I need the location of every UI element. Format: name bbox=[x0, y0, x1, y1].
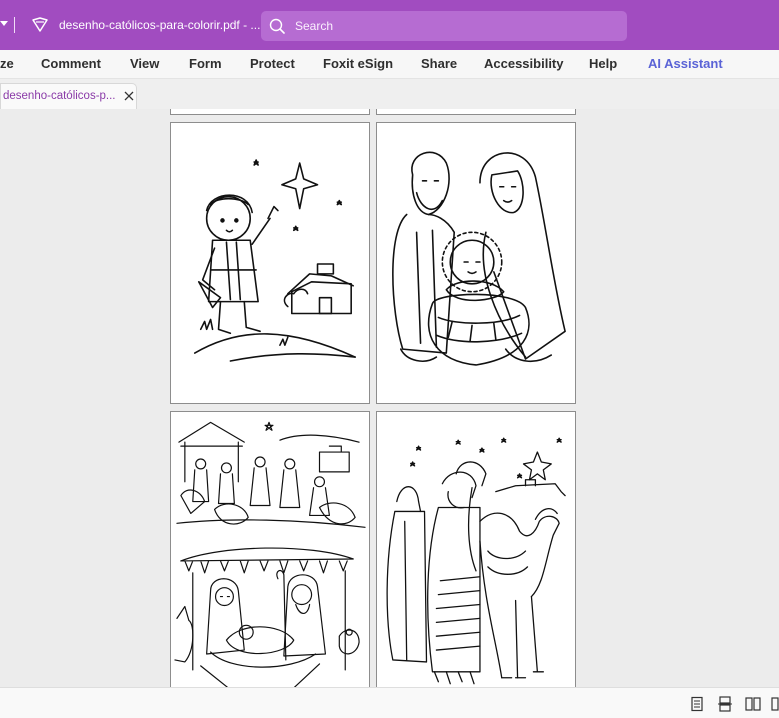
menu-view[interactable]: View bbox=[130, 56, 159, 71]
search-placeholder: Search bbox=[295, 19, 334, 33]
wise-men-drawing bbox=[386, 437, 566, 685]
shepherd-boy-drawing bbox=[193, 159, 356, 362]
page-shepherd-boy[interactable] bbox=[170, 122, 370, 404]
shield-icon[interactable] bbox=[31, 16, 49, 34]
document-tab[interactable]: desenho-católicos-p... bbox=[0, 83, 137, 109]
page-holy-family[interactable] bbox=[376, 122, 576, 404]
document-tab-label: desenho-católicos-p... bbox=[3, 90, 116, 102]
two-page-icon[interactable] bbox=[745, 696, 761, 712]
status-bar bbox=[0, 687, 779, 718]
document-tab-bar: desenho-católicos-p... bbox=[0, 79, 779, 110]
menu-comment[interactable]: Comment bbox=[41, 56, 101, 71]
single-page-icon[interactable] bbox=[689, 696, 705, 712]
page-nativity-scenes[interactable] bbox=[170, 411, 370, 687]
ribbon-menu-bar: ze Comment View Form Protect Foxit eSign… bbox=[0, 50, 779, 79]
menu-help[interactable]: Help bbox=[589, 56, 617, 71]
title-separator bbox=[14, 17, 15, 33]
menu-protect[interactable]: Protect bbox=[250, 56, 295, 71]
title-bar: desenho-católicos-para-colorir.pdf - ...… bbox=[0, 0, 779, 50]
close-icon[interactable] bbox=[123, 90, 135, 102]
continuous-page-icon[interactable] bbox=[717, 696, 733, 712]
search-box[interactable]: Search bbox=[261, 11, 627, 41]
document-title: desenho-católicos-para-colorir.pdf - ... bbox=[59, 18, 261, 32]
menu-accessibility[interactable]: Accessibility bbox=[484, 56, 564, 71]
menu-form[interactable]: Form bbox=[189, 56, 222, 71]
page-wise-men[interactable] bbox=[376, 411, 576, 687]
holy-family-drawing bbox=[392, 151, 566, 366]
menu-foxit-esign[interactable]: Foxit eSign bbox=[323, 56, 393, 71]
menu-organize[interactable]: ze bbox=[0, 56, 14, 71]
menu-ai-assistant[interactable]: AI Assistant bbox=[648, 56, 723, 71]
menu-share[interactable]: Share bbox=[421, 56, 457, 71]
quick-access-dropdown-icon[interactable] bbox=[0, 21, 8, 26]
page-thumbnail-previous-right bbox=[376, 109, 576, 115]
page-thumbnail-previous-left bbox=[170, 109, 370, 115]
two-page-continuous-icon[interactable] bbox=[771, 696, 779, 712]
search-icon bbox=[269, 18, 285, 34]
document-viewport[interactable] bbox=[0, 109, 779, 687]
nativity-scenes-drawing bbox=[174, 421, 366, 687]
